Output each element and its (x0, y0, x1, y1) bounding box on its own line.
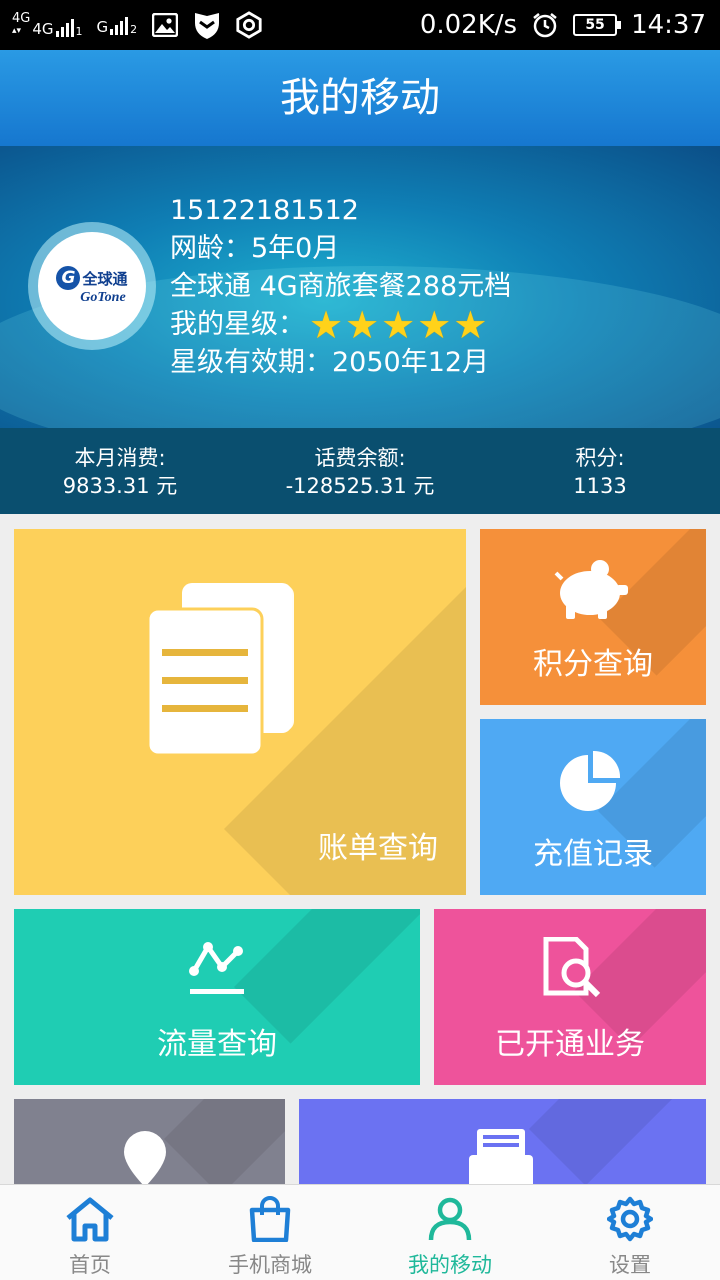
logo-text-en: GoTone (80, 290, 126, 305)
clock: 14:37 (631, 10, 706, 40)
stat-label: 话费余额: (314, 446, 406, 470)
printer-tile[interactable] (299, 1099, 706, 1189)
plan-name: 全球通 4G商旅套餐288元档 (170, 271, 512, 302)
avatar[interactable]: G 全球通 GoTone (28, 222, 156, 350)
network-speed: 0.02K/s (419, 10, 518, 40)
stat-label: 本月消费: (74, 446, 166, 470)
sim1-signal: 4G ▴▾ 4G 1 (12, 11, 83, 38)
shopping-bag-icon (248, 1195, 292, 1243)
star-icon: ★ (417, 303, 452, 347)
bill-query-tile[interactable]: 账单查询 (14, 529, 466, 895)
sim2-network-type: G (96, 18, 109, 36)
recharge-records-label: 充值记录 (533, 837, 653, 872)
stat-monthly-spend: 本月消费: 9833.31 元 (0, 428, 240, 514)
user-icon (427, 1195, 473, 1243)
star-level-label: 我的星级： (170, 309, 305, 340)
battery-indicator: 55 (573, 14, 622, 36)
nav-settings-label: 设置 (609, 1253, 651, 1277)
app-header: 我的移动 (0, 50, 720, 146)
nav-my-mobile-label: 我的移动 (408, 1253, 492, 1277)
document-icon (146, 583, 294, 757)
pie-chart-icon (560, 750, 621, 811)
data-flow-query-label: 流量查询 (157, 1027, 277, 1062)
profile-card: G 全球通 GoTone 15122181512 网龄：5年0月 全球通 4G商… (0, 146, 720, 428)
star-icon: ★ (453, 303, 488, 347)
stat-balance: 话费余额: -128525.31 元 (240, 428, 480, 514)
recharge-records-tile[interactable]: 充值记录 (480, 719, 706, 895)
location-tile[interactable] (14, 1099, 285, 1189)
alarm-icon (531, 11, 559, 39)
home-icon (64, 1195, 116, 1243)
nav-mobile-store[interactable]: 手机商城 (180, 1185, 360, 1280)
active-services-label: 已开通业务 (495, 1027, 645, 1062)
net-age: 网龄：5年0月 (170, 233, 340, 264)
hexagon-settings-icon (235, 11, 263, 39)
stat-value: -128525.31 元 (285, 474, 435, 498)
gotone-logo: G 全球通 GoTone (38, 232, 146, 340)
nav-my-mobile[interactable]: 我的移动 (360, 1185, 540, 1280)
image-icon (151, 11, 179, 39)
nav-home-label: 首页 (69, 1253, 111, 1277)
printer-icon (469, 1129, 533, 1189)
battery-level: 55 (585, 17, 605, 33)
bottom-nav: 首页 手机商城 我的移动 设置 (0, 1184, 720, 1280)
sim1-network-type: 4G (12, 11, 31, 26)
points-query-tile[interactable]: 积分查询 (480, 529, 706, 705)
page-title: 我的移动 (280, 75, 440, 121)
star-level-row: 我的星级： ★ ★ ★ ★ ★ (170, 306, 511, 344)
sim2-index: 2 (130, 23, 138, 36)
location-pin-icon (124, 1131, 166, 1187)
nav-settings[interactable]: 设置 (540, 1185, 720, 1280)
stat-value: 9833.31 元 (62, 474, 178, 498)
stat-label: 积分: (575, 446, 625, 470)
star-icon: ★ (381, 303, 416, 347)
gear-icon (607, 1195, 653, 1243)
active-services-tile[interactable]: 已开通业务 (434, 909, 706, 1085)
star-rating: ★ ★ ★ ★ ★ (309, 303, 488, 347)
stat-value: 1133 (573, 474, 627, 498)
logo-text-cn: 全球通 (82, 269, 128, 288)
status-bar: 4G ▴▾ 4G 1 G 2 0.02K/s 55 14:37 (0, 0, 720, 50)
line-graph-icon (189, 942, 244, 994)
stat-points: 积分: 1133 (480, 428, 720, 514)
sim1-net-label: 4G (32, 20, 54, 38)
sim2-signal: G 2 (96, 15, 138, 36)
star-icon: ★ (309, 303, 344, 347)
nav-mobile-store-label: 手机商城 (228, 1253, 312, 1277)
bill-query-label: 账单查询 (318, 831, 438, 866)
nav-home[interactable]: 首页 (0, 1185, 180, 1280)
points-query-label: 积分查询 (533, 647, 653, 682)
piggy-bank-icon (554, 560, 628, 619)
sim1-index: 1 (75, 25, 83, 38)
gotone-g-icon: G (56, 266, 81, 290)
shield-icon (193, 11, 221, 39)
document-search-icon (543, 937, 601, 998)
phone-number: 15122181512 (170, 195, 359, 226)
star-icon: ★ (345, 303, 380, 347)
star-validity: 星级有效期：2050年12月 (170, 347, 490, 378)
data-flow-query-tile[interactable]: 流量查询 (14, 909, 420, 1085)
account-stats: 本月消费: 9833.31 元 话费余额: -128525.31 元 积分: 1… (0, 428, 720, 514)
